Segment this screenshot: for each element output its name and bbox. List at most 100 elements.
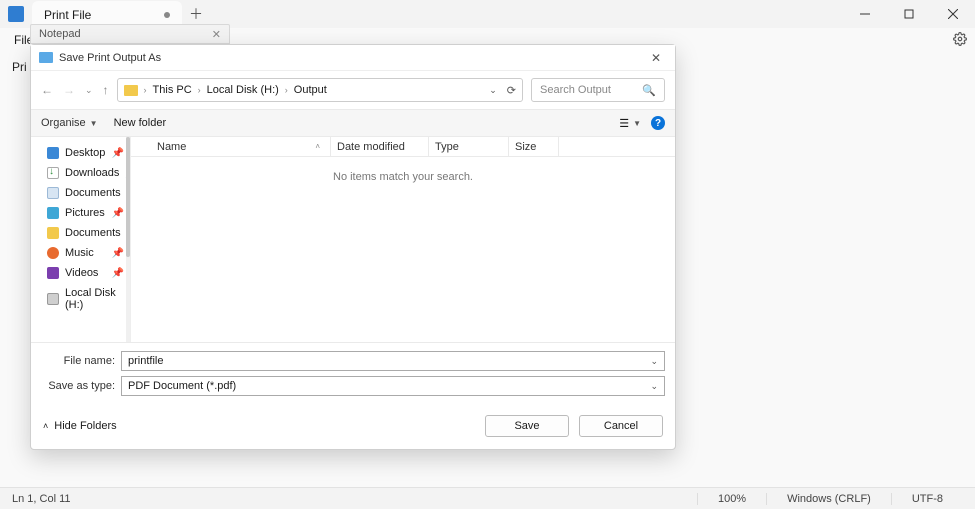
- dialog-footer: ˄ Hide Folders Save Cancel: [31, 405, 675, 449]
- dialog-title: Save Print Output As: [59, 52, 161, 64]
- dropdown-icon[interactable]: ⌄: [650, 356, 658, 367]
- pin-icon[interactable]: 📌: [112, 268, 124, 279]
- save-dialog: Save Print Output As ✕ ← → ⌄ ↑ › This PC…: [30, 44, 676, 450]
- dialog-close-button[interactable]: ✕: [645, 49, 667, 67]
- tab-title: Print File: [44, 8, 91, 22]
- filename-label: File name:: [41, 355, 121, 367]
- saveas-type-select[interactable]: PDF Document (*.pdf) ⌄: [121, 376, 665, 396]
- app-icon: [8, 6, 24, 22]
- column-headers: Name ˄ Date modified Type Size: [131, 137, 675, 157]
- cancel-button[interactable]: Cancel: [579, 415, 663, 437]
- save-button[interactable]: Save: [485, 415, 569, 437]
- disk-icon: [47, 293, 59, 305]
- nav-item-desktop[interactable]: Desktop 📌: [31, 143, 130, 163]
- downloads-icon: [47, 167, 59, 179]
- pictures-icon: [47, 207, 59, 219]
- column-type[interactable]: Type: [429, 137, 509, 156]
- nav-label: Videos: [65, 267, 98, 279]
- chevron-up-icon: ˄: [43, 421, 48, 431]
- dialog-titlebar: Save Print Output As ✕: [31, 45, 675, 71]
- pin-icon[interactable]: 📌: [112, 148, 124, 159]
- chevron-right-icon: ›: [144, 85, 147, 95]
- filename-value: printfile: [128, 355, 163, 367]
- crumb-folder[interactable]: Output: [294, 84, 327, 96]
- hide-folders-toggle[interactable]: ˄ Hide Folders: [43, 420, 117, 432]
- scrollbar-thumb[interactable]: [126, 137, 130, 257]
- view-options-button[interactable]: ☰ ▼: [619, 117, 641, 130]
- zoom-level[interactable]: 100%: [697, 493, 766, 505]
- dialog-toolbar: Organise ▼ New folder ☰ ▼ ?: [31, 109, 675, 137]
- column-name[interactable]: Name ˄: [151, 137, 331, 156]
- breadcrumb-dropdown-icon[interactable]: ⌄: [489, 85, 497, 96]
- caret-down-icon: ▼: [90, 119, 98, 128]
- nav-back-icon[interactable]: ←: [41, 83, 53, 97]
- pin-icon[interactable]: 📌: [112, 248, 124, 259]
- nav-up-icon[interactable]: ↑: [103, 83, 109, 97]
- nav-forward-icon[interactable]: →: [63, 83, 75, 97]
- saveas-label: Save as type:: [41, 380, 121, 392]
- nav-label: Music: [65, 247, 94, 259]
- nav-item-local-disk[interactable]: Local Disk (H:): [31, 283, 130, 315]
- statusbar: Ln 1, Col 11 100% Windows (CRLF) UTF-8: [0, 487, 975, 509]
- navigation-pane: Desktop📌 Downloads📌 Documents📌 Pictures📌…: [31, 137, 131, 342]
- videos-icon: [47, 267, 59, 279]
- saveas-value: PDF Document (*.pdf): [128, 380, 236, 392]
- search-input[interactable]: Search Output 🔍: [531, 78, 665, 102]
- dropdown-icon[interactable]: ⌄: [650, 381, 658, 392]
- nav-label: Downloads: [65, 167, 119, 179]
- sort-asc-icon: ˄: [315, 142, 320, 151]
- refresh-icon[interactable]: ⟳: [507, 84, 516, 97]
- desktop-icon: [47, 147, 59, 159]
- dialog-nav-row: ← → ⌄ ↑ › This PC › Local Disk (H:) › Ou…: [31, 71, 675, 109]
- dialog-icon: [39, 52, 53, 63]
- encoding[interactable]: UTF-8: [891, 493, 963, 505]
- nav-item-videos[interactable]: Videos 📌: [31, 263, 130, 283]
- nav-label: Documents: [65, 187, 121, 199]
- column-label: Name: [157, 141, 186, 153]
- nav-item-documents[interactable]: Documents📌: [31, 183, 130, 203]
- line-ending[interactable]: Windows (CRLF): [766, 493, 891, 505]
- organise-label: Organise: [41, 117, 86, 129]
- folder-icon: [47, 227, 59, 239]
- minimize-button[interactable]: [843, 0, 887, 28]
- documents-icon: [47, 187, 59, 199]
- search-placeholder: Search Output: [540, 84, 611, 96]
- modified-indicator-icon: [164, 12, 170, 18]
- music-icon: [47, 247, 59, 259]
- column-date[interactable]: Date modified: [331, 137, 429, 156]
- dialog-fields: File name: printfile ⌄ Save as type: PDF …: [31, 342, 675, 405]
- maximize-button[interactable]: [887, 0, 931, 28]
- nav-label: Documents: [65, 227, 121, 239]
- nav-item-downloads[interactable]: Downloads📌: [31, 163, 130, 183]
- breadcrumb[interactable]: › This PC › Local Disk (H:) › Output ⌄ ⟳: [117, 78, 523, 102]
- background-tab-title: Notepad: [39, 28, 81, 40]
- filename-input[interactable]: printfile ⌄: [121, 351, 665, 371]
- hide-folders-label: Hide Folders: [54, 420, 116, 432]
- chevron-right-icon: ›: [285, 85, 288, 95]
- new-folder-button[interactable]: New folder: [114, 117, 167, 129]
- empty-message: No items match your search.: [131, 157, 675, 183]
- window-controls: [843, 0, 975, 28]
- crumb-this-pc[interactable]: This PC: [153, 84, 192, 96]
- nav-scrollbar[interactable]: [126, 137, 130, 342]
- nav-item-music[interactable]: Music 📌: [31, 243, 130, 263]
- close-icon[interactable]: ✕: [212, 28, 221, 41]
- crumb-drive[interactable]: Local Disk (H:): [207, 84, 279, 96]
- chevron-right-icon: ›: [198, 85, 201, 95]
- pin-icon[interactable]: 📌: [112, 208, 124, 219]
- nav-label: Desktop: [65, 147, 105, 159]
- help-icon[interactable]: ?: [651, 116, 665, 130]
- close-button[interactable]: [931, 0, 975, 28]
- settings-gear-icon[interactable]: [953, 32, 967, 49]
- nav-item-pictures[interactable]: Pictures 📌: [31, 203, 130, 223]
- cursor-position: Ln 1, Col 11: [12, 493, 71, 505]
- nav-label: Pictures: [65, 207, 105, 219]
- column-size[interactable]: Size: [509, 137, 559, 156]
- folder-icon: [124, 85, 138, 96]
- organise-button[interactable]: Organise ▼: [41, 117, 98, 129]
- nav-label: Local Disk (H:): [65, 287, 124, 311]
- search-icon: 🔍: [642, 84, 656, 97]
- background-window-tab[interactable]: Notepad ✕: [30, 24, 230, 44]
- nav-item-documents-2[interactable]: Documents📌: [31, 223, 130, 243]
- chevron-down-icon[interactable]: ⌄: [85, 85, 93, 96]
